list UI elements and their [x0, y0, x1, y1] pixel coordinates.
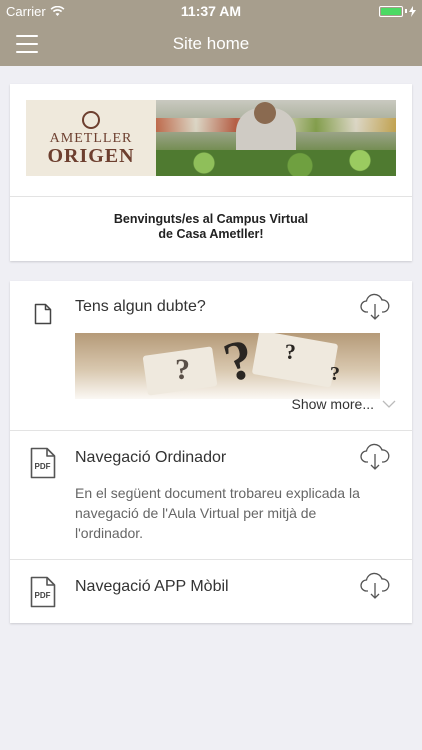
- show-more-label: Show more...: [291, 396, 374, 412]
- item-title: Navegació Ordinador: [75, 449, 227, 466]
- list-item[interactable]: PDF Navegació APP Mòbil: [10, 560, 412, 623]
- list-item[interactable]: Tens algun dubte? ? ? ? ? Show more...: [10, 281, 412, 430]
- welcome-line-1: Benvinguts/es al Campus Virtual: [113, 212, 309, 226]
- divider: [10, 196, 412, 197]
- cloud-download-icon[interactable]: [360, 572, 390, 600]
- menu-icon[interactable]: [16, 35, 38, 53]
- item-title: Tens algun dubte?: [75, 298, 206, 315]
- banner-card: AMETLLER ORIGEN Benvinguts/es al Campus …: [10, 84, 412, 261]
- pdf-icon: PDF: [30, 447, 56, 479]
- chevron-down-icon: [382, 400, 396, 408]
- cloud-download-icon[interactable]: [360, 293, 390, 321]
- page-title: Site home: [172, 34, 250, 53]
- svg-text:PDF: PDF: [35, 462, 51, 471]
- svg-text:PDF: PDF: [35, 591, 51, 600]
- resources-card: Tens algun dubte? ? ? ? ? Show more... P…: [10, 281, 412, 623]
- welcome-line-2: de Casa Ametller!: [158, 227, 264, 241]
- status-bar: Carrier 11:37 AM: [0, 0, 422, 22]
- show-more-link[interactable]: Show more...: [292, 396, 396, 412]
- welcome-text: Benvinguts/es al Campus Virtual de Casa …: [10, 212, 412, 242]
- list-item[interactable]: PDF Navegació Ordinador En el següent do…: [10, 431, 412, 559]
- document-icon: [34, 303, 52, 325]
- pdf-icon: PDF: [30, 576, 56, 608]
- cloud-download-icon[interactable]: [360, 443, 390, 471]
- banner-image: AMETLLER ORIGEN: [26, 100, 396, 176]
- item-description: En el següent document trobareu explicad…: [75, 485, 360, 541]
- item-title: Navegació APP Mòbil: [75, 578, 229, 595]
- tree-icon: [82, 111, 100, 129]
- question-image: ? ? ? ?: [75, 333, 380, 399]
- brand-logo: AMETLLER ORIGEN: [26, 100, 156, 176]
- logo-text-bottom: ORIGEN: [47, 145, 135, 167]
- nav-bar: Site home: [0, 22, 422, 66]
- status-time: 11:37 AM: [180, 3, 242, 19]
- store-photo: [156, 100, 396, 176]
